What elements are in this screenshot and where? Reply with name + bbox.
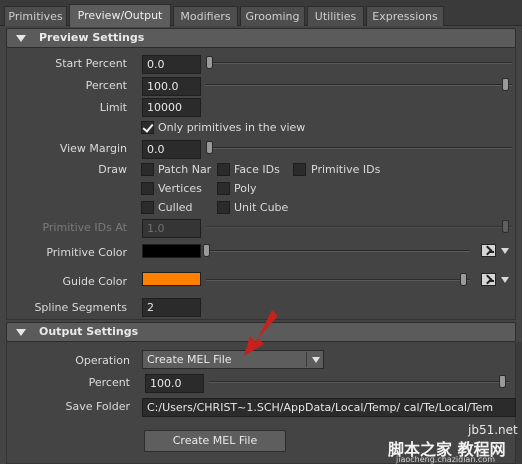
limit-label: Limit (99, 101, 127, 114)
start-percent-field[interactable]: 0.0 (142, 55, 201, 74)
operation-dropdown[interactable]: Create MEL File (142, 350, 324, 369)
watermark-url: jiaocheng.chazidian.com (396, 455, 496, 464)
output-percent-slider-handle[interactable] (499, 375, 506, 388)
save-folder-field[interactable]: C:/Users/CHRIST~1.SCH/AppData/Local/Temp… (142, 398, 516, 417)
start-percent-label: Start Percent (55, 57, 127, 70)
percent-label: Percent (85, 79, 127, 92)
draw-primitive-ids-label: Primitive IDs (311, 163, 381, 176)
primitive-ids-at-slider-track (206, 226, 512, 228)
watermark-site: jb51.net (468, 423, 518, 437)
chevron-down-icon[interactable] (501, 248, 509, 254)
primitive-color-label: Primitive Color (46, 246, 127, 259)
start-percent-slider-track[interactable] (206, 62, 512, 64)
only-primitives-label: Only primitives in the view (158, 121, 306, 134)
preview-settings-header[interactable]: Preview Settings (6, 28, 516, 48)
primitive-ids-at-field: 1.0 (142, 219, 201, 238)
view-margin-slider-handle[interactable] (206, 141, 213, 154)
save-folder-label: Save Folder (65, 400, 131, 413)
primitive-ids-at-slider-handle (502, 220, 509, 233)
percent-slider-handle[interactable] (502, 78, 509, 91)
draw-poly-label: Poly (234, 182, 257, 195)
dropdown-separator (306, 352, 307, 367)
operation-label: Operation (75, 354, 130, 367)
output-percent-field[interactable]: 100.0 (145, 374, 204, 393)
draw-face-ids-label: Face IDs (234, 163, 280, 176)
spline-segments-label: Spline Segments (34, 301, 127, 314)
draw-vertices-checkbox[interactable] (141, 182, 154, 195)
tab-preview-output[interactable]: Preview/Output (69, 4, 171, 27)
draw-unit-cube-checkbox[interactable] (217, 201, 230, 214)
primitive-color-slider-track[interactable] (206, 250, 470, 252)
output-percent-label: Percent (88, 376, 130, 389)
chevron-down-icon[interactable] (501, 277, 509, 283)
color-picker-icon[interactable] (481, 244, 496, 257)
color-picker-icon[interactable] (481, 273, 496, 286)
tab-primitives[interactable]: Primitives (4, 6, 67, 26)
collapse-triangle-icon (16, 329, 26, 336)
draw-face-ids-checkbox[interactable] (217, 163, 230, 176)
start-percent-slider-handle[interactable] (206, 56, 213, 69)
draw-culled-label: Culled (158, 201, 193, 214)
draw-poly-checkbox[interactable] (217, 182, 230, 195)
percent-slider-track[interactable] (206, 84, 512, 86)
primitive-color-swatch[interactable] (142, 244, 201, 258)
limit-field[interactable]: 10000 (142, 98, 201, 117)
section-title: Output Settings (39, 325, 139, 338)
draw-vertices-label: Vertices (158, 182, 202, 195)
create-mel-file-button[interactable]: Create MEL File (144, 430, 286, 452)
guide-color-swatch[interactable] (142, 272, 201, 286)
draw-primitive-ids-checkbox[interactable] (293, 163, 306, 176)
guide-color-slider-handle[interactable] (460, 273, 467, 286)
draw-patch-names-label: Patch Nar (158, 163, 212, 176)
tab-expressions[interactable]: Expressions (366, 6, 444, 26)
draw-unit-cube-label: Unit Cube (234, 201, 289, 214)
tab-utilities[interactable]: Utilities (307, 6, 364, 26)
operation-value: Create MEL File (147, 353, 232, 366)
spline-segments-field[interactable]: 2 (142, 298, 201, 317)
tab-modifiers[interactable]: Modifiers (173, 6, 238, 26)
view-margin-field[interactable]: 0.0 (142, 140, 201, 159)
collapse-triangle-icon (16, 35, 26, 42)
view-margin-slider-track[interactable] (206, 147, 512, 149)
output-percent-slider-track[interactable] (209, 381, 509, 383)
draw-patch-names-checkbox[interactable] (141, 163, 154, 176)
draw-culled-checkbox[interactable] (141, 201, 154, 214)
draw-label: Draw (98, 163, 127, 176)
guide-color-slider-track[interactable] (206, 279, 470, 281)
tab-bar: Primitives Preview/Output Modifiers Groo… (0, 0, 522, 27)
section-title: Preview Settings (39, 31, 145, 44)
guide-color-label: Guide Color (62, 275, 127, 288)
only-primitives-checkbox[interactable] (141, 121, 154, 134)
percent-field[interactable]: 100.0 (142, 77, 201, 96)
vertical-scrollbar[interactable] (516, 342, 522, 464)
tab-grooming[interactable]: Grooming (240, 6, 305, 26)
view-margin-label: View Margin (59, 142, 127, 155)
annotation-arrow-icon (244, 310, 278, 356)
primitive-ids-at-label: Primitive IDs At (42, 221, 127, 234)
chevron-down-icon (312, 357, 320, 363)
primitive-color-slider-handle[interactable] (203, 244, 210, 257)
